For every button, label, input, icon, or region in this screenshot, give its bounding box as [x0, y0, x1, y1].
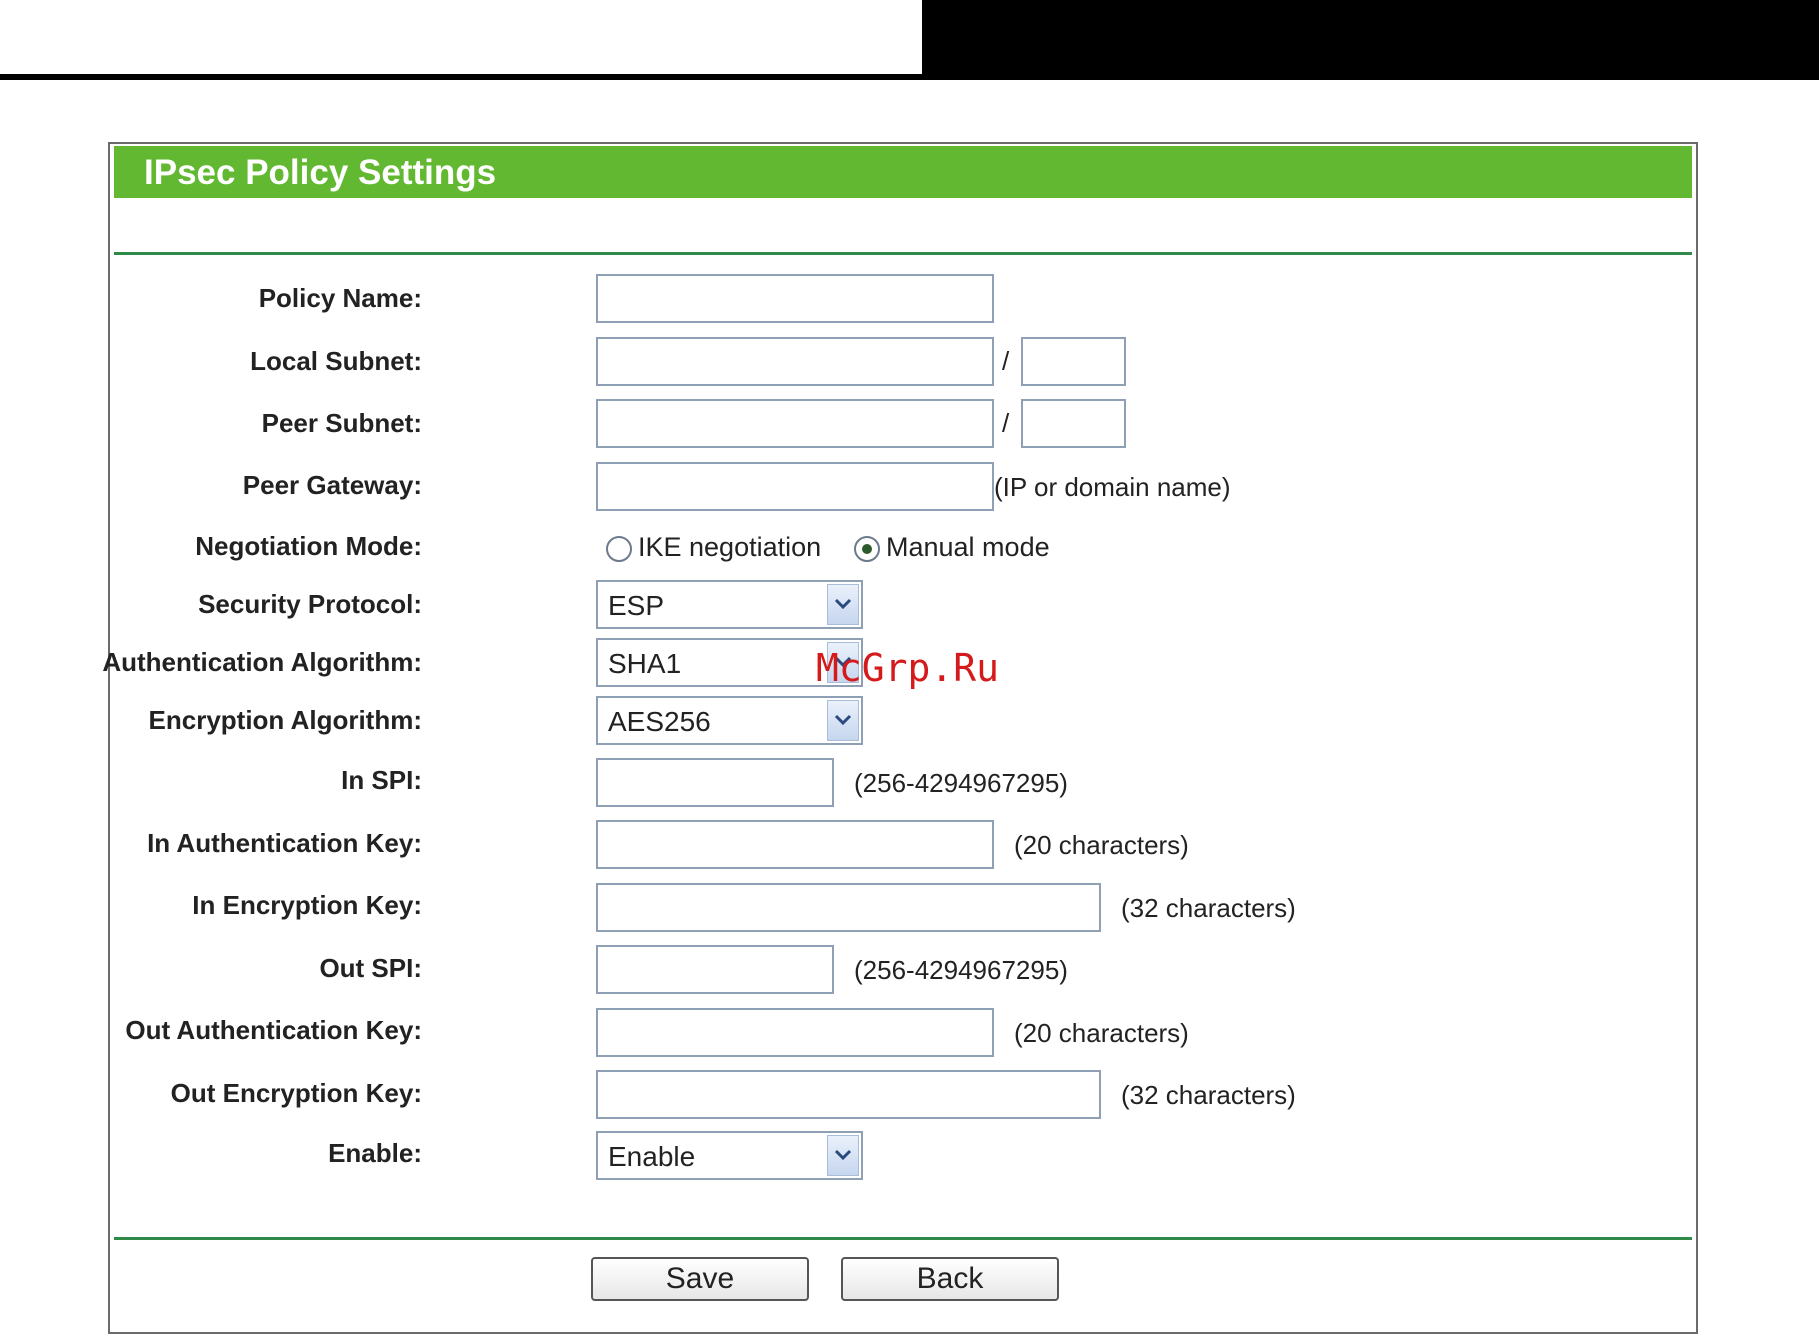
in-enc-key-hint: (32 characters): [1121, 893, 1296, 923]
out-auth-key-label: Out Authentication Key:: [125, 1015, 422, 1045]
encryption-algorithm-select[interactable]: AES256: [596, 696, 863, 745]
chevron-down-icon[interactable]: [827, 584, 859, 625]
out-spi-hint: (256-4294967295): [854, 955, 1068, 985]
back-button[interactable]: Back: [841, 1257, 1059, 1301]
out-spi-label: Out SPI:: [319, 953, 422, 983]
encryption-algorithm-value: AES256: [608, 706, 711, 737]
negotiation-mode-label: Negotiation Mode:: [195, 531, 422, 561]
peer-gateway-label: Peer Gateway:: [242, 470, 422, 500]
in-spi-input[interactable]: [596, 758, 834, 807]
enable-select[interactable]: Enable: [596, 1131, 863, 1180]
top-black-bar: [922, 0, 1819, 77]
local-subnet-mask-input[interactable]: [1021, 337, 1126, 386]
enable-label: Enable:: [328, 1138, 422, 1168]
panel-header: IPsec Policy Settings: [114, 146, 1692, 198]
out-spi-input[interactable]: [596, 945, 834, 994]
local-subnet-label: Local Subnet:: [250, 346, 422, 376]
chevron-down-icon[interactable]: [827, 1135, 859, 1176]
top-divider: [0, 74, 1819, 80]
out-enc-key-input[interactable]: [596, 1070, 1101, 1119]
ike-negotiation-label[interactable]: IKE negotiation: [638, 532, 821, 563]
in-auth-key-hint: (20 characters): [1014, 830, 1189, 860]
encryption-algorithm-label: Encryption Algorithm:: [148, 705, 422, 735]
peer-subnet-slash: /: [1002, 408, 1010, 438]
out-enc-key-label: Out Encryption Key:: [170, 1078, 422, 1108]
peer-subnet-mask-input[interactable]: [1021, 399, 1126, 448]
chevron-down-icon[interactable]: [827, 700, 859, 741]
in-auth-key-label: In Authentication Key:: [147, 828, 422, 858]
auth-algorithm-value: SHA1: [608, 648, 682, 679]
in-spi-label: In SPI:: [341, 765, 422, 795]
radio-selected-dot: [862, 544, 872, 554]
policy-name-label: Policy Name:: [258, 283, 422, 313]
security-protocol-select[interactable]: ESP: [596, 580, 863, 629]
security-protocol-value: ESP: [608, 590, 665, 621]
policy-name-input[interactable]: [596, 274, 994, 323]
in-enc-key-input[interactable]: [596, 883, 1101, 932]
local-subnet-input[interactable]: [596, 337, 994, 386]
in-auth-key-input[interactable]: [596, 820, 994, 869]
manual-mode-radio[interactable]: [854, 536, 880, 562]
peer-subnet-input[interactable]: [596, 399, 994, 448]
auth-algorithm-label: Authentication Algorithm:: [102, 647, 422, 677]
enable-value: Enable: [608, 1141, 696, 1172]
ipsec-policy-panel: IPsec Policy Settings Policy Name: Local…: [102, 142, 1698, 1334]
in-spi-hint: (256-4294967295): [854, 768, 1068, 798]
out-auth-key-hint: (20 characters): [1014, 1018, 1189, 1048]
bottom-rule: [114, 1237, 1692, 1240]
peer-gateway-input[interactable]: [596, 462, 994, 511]
save-button[interactable]: Save: [591, 1257, 809, 1301]
manual-mode-label[interactable]: Manual mode: [886, 532, 1050, 563]
out-enc-key-hint: (32 characters): [1121, 1080, 1296, 1110]
in-enc-key-label: In Encryption Key:: [192, 890, 422, 920]
local-subnet-slash: /: [1002, 346, 1010, 376]
peer-gateway-hint: (IP or domain name): [994, 472, 1231, 502]
watermark-text: McGrp.Ru: [816, 646, 1000, 690]
security-protocol-label: Security Protocol:: [198, 589, 422, 619]
peer-subnet-label: Peer Subnet:: [261, 408, 422, 438]
ike-negotiation-radio[interactable]: [606, 536, 632, 562]
top-rule: [114, 252, 1692, 255]
out-auth-key-input[interactable]: [596, 1008, 994, 1057]
page-title: IPsec Policy Settings: [144, 153, 497, 192]
